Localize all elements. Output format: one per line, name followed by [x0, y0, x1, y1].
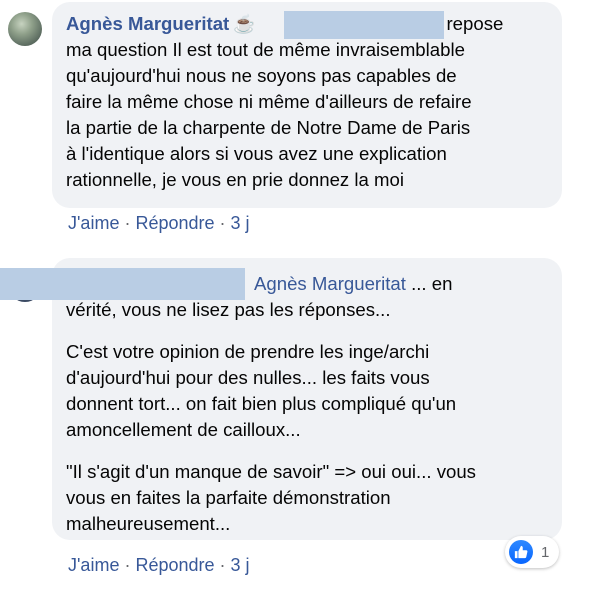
reply-text-line: C'est votre opinion de prendre les inge/…: [66, 341, 430, 362]
reply-text: ... en: [405, 273, 453, 294]
comment-actions: J'aime · Répondre · 3 j: [68, 213, 250, 234]
redaction-box: [0, 268, 245, 300]
reply-link[interactable]: Répondre: [135, 213, 214, 233]
mention-link[interactable]: Agnès Margueritat: [254, 273, 406, 294]
separator: ·: [214, 555, 231, 575]
reply-text-line: malheureusement...: [66, 513, 231, 534]
comment-text-line: rationnelle, je vous en prie donnez la m…: [66, 169, 404, 190]
comment-text-line: à l'identique alors si vous avez une exp…: [66, 143, 447, 164]
reply-actions: J'aime · Répondre · 3 j: [68, 555, 250, 576]
reaction-summary[interactable]: 1: [505, 536, 560, 568]
reply-bubble: Agnès Margueritat ... en vérité, vous ne…: [52, 258, 562, 540]
coffee-icon: ☕: [233, 14, 256, 34]
timestamp-link[interactable]: 3 j: [231, 213, 250, 233]
timestamp-link[interactable]: 3 j: [231, 555, 250, 575]
comment-text-line: ma question Il est tout de même invraise…: [66, 39, 465, 60]
reply-text-line: vérité, vous ne lisez pas les réponses..…: [66, 299, 391, 320]
reply-text-line: amoncellement de cailloux...: [66, 419, 301, 440]
reply-link[interactable]: Répondre: [135, 555, 214, 575]
redaction-box: [284, 11, 444, 39]
comment-text-line: qu'aujourd'hui nous ne soyons pas capabl…: [66, 65, 457, 86]
reply-text-line: donnent tort... on fait bien plus compli…: [66, 393, 457, 414]
reply-text-line: d'aujourd'hui pour des nulles... les fai…: [66, 367, 430, 388]
thumbs-up-icon: [509, 540, 533, 564]
reply-text-line: "Il s'agit d'un manque de savoir" => oui…: [66, 461, 476, 482]
reaction-count: 1: [541, 543, 550, 561]
comment-author[interactable]: Agnès Margueritat: [66, 13, 229, 34]
reply-text-line: vous en faites la parfaite démonstration: [66, 487, 391, 508]
comment-text-line: la partie de la charpente de Notre Dame …: [66, 117, 471, 138]
separator: ·: [214, 213, 231, 233]
separator: ·: [119, 555, 136, 575]
comment-text-line: faire la même chose ni même d'ailleurs d…: [66, 91, 472, 112]
avatar[interactable]: [8, 12, 42, 46]
like-link[interactable]: J'aime: [68, 555, 119, 575]
like-link[interactable]: J'aime: [68, 213, 119, 233]
separator: ·: [119, 213, 136, 233]
